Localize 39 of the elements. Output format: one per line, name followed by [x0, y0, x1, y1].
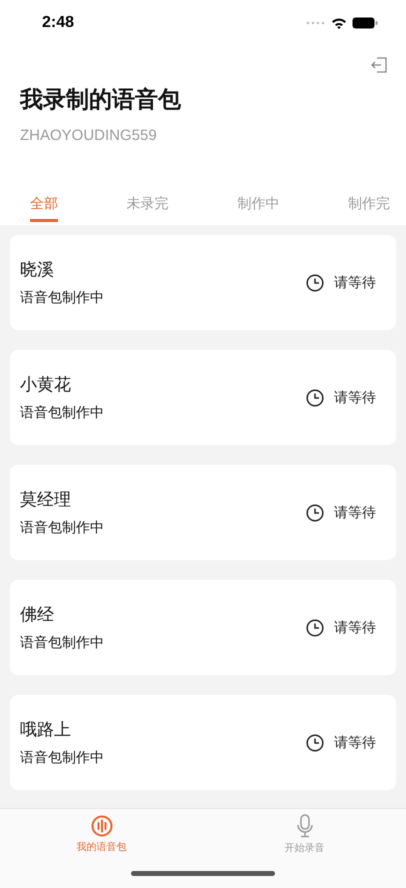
pack-name: 莫经理 — [20, 489, 72, 511]
sound-wave-icon — [90, 814, 112, 836]
filter-tab[interactable]: 制作完 — [348, 195, 390, 222]
wait-label: 请等待 — [334, 274, 376, 292]
voice-pack-card[interactable]: 哦路上 语音包制作中 请等待 — [10, 695, 396, 790]
clock-icon — [306, 734, 324, 752]
clock-icon — [306, 274, 324, 292]
pack-name: 佛经 — [20, 604, 55, 626]
filter-tab[interactable]: 未录完 — [126, 195, 169, 222]
voice-pack-card[interactable]: 小黄花 语音包制作中 请等待 — [10, 350, 396, 445]
clock-icon — [306, 388, 324, 406]
wait-label: 请等待 — [334, 504, 376, 522]
pack-status: 语音包制作中 — [20, 519, 104, 537]
username: ZHAOYOUDING559 — [19, 126, 158, 144]
bottom-tab[interactable]: 开始录音 — [203, 809, 406, 859]
bottom-tab[interactable]: 我的语音包 — [0, 809, 203, 859]
pack-status: 语音包制作中 — [20, 289, 104, 307]
voice-pack-card[interactable]: 佛经 语音包制作中 请等待 — [10, 580, 396, 675]
pack-status: 语音包制作中 — [20, 749, 104, 767]
pack-name: 哦路上 — [20, 719, 72, 741]
clock-icon — [306, 504, 324, 522]
wait-label: 请等待 — [334, 388, 376, 406]
battery-icon — [352, 17, 378, 29]
pack-name: 小黄花 — [20, 374, 72, 396]
wait-label: 请等待 — [334, 618, 376, 636]
pack-status: 语音包制作中 — [20, 404, 104, 422]
filter-tab[interactable]: 全部 — [30, 195, 58, 222]
voice-pack-card[interactable]: 晓溪 语音包制作中 请等待 — [10, 235, 396, 330]
status-time: 2:48 — [42, 14, 74, 32]
logout-icon[interactable] — [370, 56, 388, 74]
page-title: 我录制的语音包 — [18, 86, 182, 115]
pack-status: 语音包制作中 — [20, 634, 104, 652]
voice-pack-card[interactable]: 莫经理 语音包制作中 请等待 — [10, 465, 396, 560]
signal-icon — [306, 21, 326, 25]
wifi-icon — [331, 17, 347, 29]
wait-label: 请等待 — [334, 734, 376, 752]
filter-tab[interactable]: 制作中 — [237, 195, 280, 222]
clock-icon — [306, 618, 324, 636]
pack-name: 晓溪 — [20, 259, 55, 281]
